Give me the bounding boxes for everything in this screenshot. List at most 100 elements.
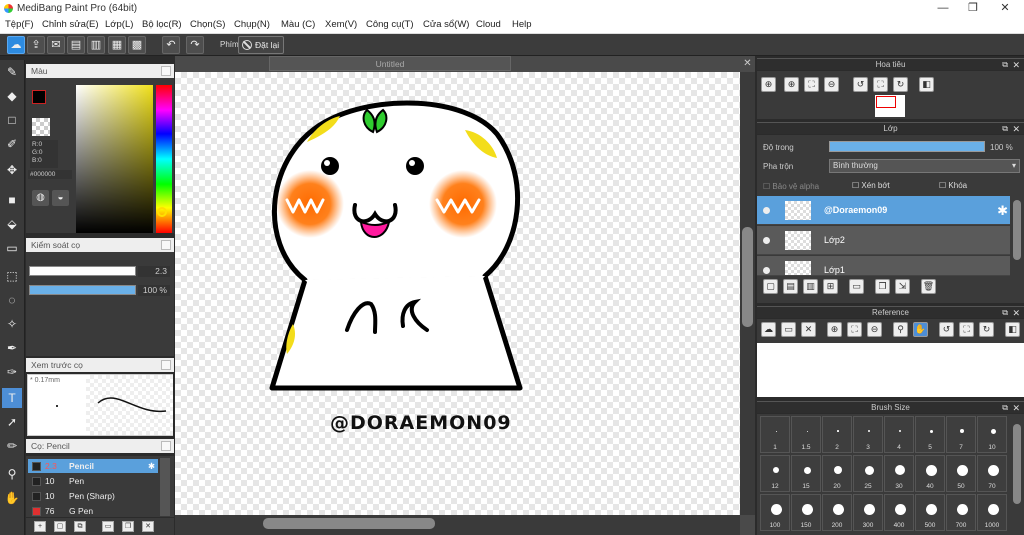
brush-size-cell[interactable]: 20 <box>822 455 852 492</box>
brush-size-slider[interactable] <box>29 266 136 276</box>
brush-size-cell[interactable]: 12 <box>760 455 790 492</box>
brush-item-pen[interactable]: 10 Pen <box>28 474 158 488</box>
undo-icon[interactable]: ↶ <box>162 36 180 54</box>
close-reference-icon[interactable]: ✕ <box>801 322 816 337</box>
foreground-color-swatch[interactable] <box>32 90 46 104</box>
brush-size-cell[interactable]: 1.5 <box>791 416 821 453</box>
hex-readout[interactable]: #000000 <box>28 170 72 179</box>
brush-list-scrollbar[interactable] <box>160 458 170 516</box>
brush-size-cell[interactable]: 15 <box>791 455 821 492</box>
document-icon[interactable]: ▥ <box>87 36 105 54</box>
eyedropper-tool-icon[interactable]: ⚲ <box>2 464 22 484</box>
brush-size-cell[interactable]: 400 <box>884 494 914 531</box>
layer-opacity-slider[interactable] <box>829 141 985 152</box>
eyedropper-icon[interactable]: ⚲ <box>893 322 908 337</box>
close-tab-icon[interactable]: ✕ <box>740 56 755 72</box>
rotate-right-icon[interactable]: ↻ <box>979 322 994 337</box>
panel-close-button[interactable] <box>161 66 171 76</box>
menu-view[interactable]: Xem(V) <box>325 19 357 30</box>
cloud-icon[interactable]: ☁ <box>7 36 25 54</box>
magic-wand-tool-icon[interactable]: ✧ <box>2 314 22 334</box>
brush-size-cell[interactable]: 500 <box>915 494 945 531</box>
new-halftone-layer-icon[interactable]: ▤ <box>783 279 798 294</box>
undock-icon[interactable]: ⧉ <box>1002 307 1008 319</box>
page-icon[interactable]: ▤ <box>67 36 85 54</box>
brush-size-scrollbar[interactable] <box>1011 416 1023 534</box>
add-brush-icon[interactable]: + <box>34 521 46 532</box>
move-tool-icon[interactable]: ✥ <box>2 160 22 180</box>
drawing-canvas[interactable] <box>175 72 740 515</box>
zoom-out-icon[interactable]: ⊖ <box>824 77 839 92</box>
select-pen-tool-icon[interactable]: ✒ <box>2 338 22 358</box>
lasso-tool-icon[interactable]: ◌ <box>2 290 22 310</box>
canvas-tab[interactable]: Untitled <box>269 56 511 71</box>
undock-icon[interactable]: ⧉ <box>1002 123 1008 135</box>
visibility-icon[interactable] <box>763 267 770 274</box>
brush-size-cell[interactable]: 10 <box>977 416 1007 453</box>
fit-screen-icon[interactable]: ⛶ <box>804 77 819 92</box>
open-folder-icon[interactable]: ▭ <box>781 322 796 337</box>
brush-size-cell[interactable]: 50 <box>946 455 976 492</box>
duplicate-layer-icon[interactable]: ❐ <box>875 279 890 294</box>
bucket-tool-icon[interactable]: ⬙ <box>2 214 22 234</box>
menu-filter[interactable]: Bộ lọc(R) <box>142 19 182 30</box>
menu-edit[interactable]: Chỉnh sửa(E) <box>42 19 99 30</box>
undock-icon[interactable]: ⧉ <box>1002 59 1008 71</box>
visibility-icon[interactable] <box>763 237 770 244</box>
brush-tool-icon[interactable]: ✎ <box>2 62 22 82</box>
layer-row-doraemon09[interactable]: @Doraemon09 ✱ <box>757 196 1010 225</box>
rectangle-tool-icon[interactable]: □ <box>2 110 22 130</box>
reset-view-icon[interactable]: ⛶ <box>959 322 974 337</box>
brush-item-pencil[interactable]: 2.3 Pencil ✱ <box>28 459 158 473</box>
brush-size-cell[interactable]: 1000 <box>977 494 1007 531</box>
zoom-fit-icon[interactable]: ⊕ <box>761 77 776 92</box>
grid-icon[interactable]: ▦ <box>108 36 126 54</box>
new-8bit-layer-icon[interactable]: ▥ <box>803 279 818 294</box>
reset-view-icon[interactable]: ⛶ <box>873 77 888 92</box>
menu-layer[interactable]: Lớp(L) <box>105 19 133 30</box>
gear-icon[interactable]: ✱ <box>997 203 1008 219</box>
brush-size-cell[interactable]: 2 <box>822 416 852 453</box>
navigator-thumbnail[interactable] <box>875 95 905 117</box>
brush-size-cell[interactable]: 1 <box>760 416 790 453</box>
close-icon[interactable]: ✕ <box>1012 123 1020 135</box>
panel-close-button[interactable] <box>161 240 171 250</box>
rotate-left-icon[interactable]: ↺ <box>939 322 954 337</box>
brush-item-pen-sharp[interactable]: 10 Pen (Sharp) <box>28 489 158 503</box>
brush-size-cell[interactable]: 150 <box>791 494 821 531</box>
menu-color[interactable]: Màu (C) <box>281 19 315 30</box>
grid-alt-icon[interactable]: ▩ <box>128 36 146 54</box>
brush-size-cell[interactable]: 700 <box>946 494 976 531</box>
restore-button[interactable]: ❐ <box>958 0 988 17</box>
layer-row-lop1[interactable]: Lớp1 <box>757 256 1010 276</box>
brush-opacity-slider[interactable] <box>29 285 136 295</box>
folder-icon[interactable]: ▭ <box>102 521 114 532</box>
select-tool-icon[interactable]: ⬚ <box>2 266 22 286</box>
close-icon[interactable]: ✕ <box>1012 402 1020 414</box>
blend-mode-select[interactable]: Bình thường ▾ <box>829 159 1020 173</box>
rotate-left-icon[interactable]: ↺ <box>853 77 868 92</box>
transparent-color-swatch[interactable] <box>32 118 50 136</box>
panel-close-button[interactable] <box>161 360 171 370</box>
hue-handle[interactable] <box>157 207 167 217</box>
canvas-horizontal-scrollbar[interactable] <box>175 515 740 535</box>
visibility-icon[interactable] <box>763 207 770 214</box>
undock-icon[interactable]: ⧉ <box>1002 402 1008 414</box>
select-eraser-tool-icon[interactable]: ✑ <box>2 362 22 382</box>
eraser-tool-icon[interactable]: ◆ <box>2 86 22 106</box>
brush-size-cell[interactable]: 300 <box>853 494 883 531</box>
share-icon[interactable]: ⇪ <box>27 36 45 54</box>
lock-checkbox[interactable]: ☐ Khóa <box>939 181 967 190</box>
duplicate-icon[interactable]: ❐ <box>122 521 134 532</box>
reference-view[interactable] <box>757 343 1024 397</box>
operation-tool-icon[interactable]: ➚ <box>2 412 22 432</box>
close-icon[interactable]: ✕ <box>1012 307 1020 319</box>
layer-row-lop2[interactable]: Lớp2 <box>757 226 1010 255</box>
brush-size-cell[interactable]: 4 <box>884 416 914 453</box>
folder-icon[interactable]: ▭ <box>849 279 864 294</box>
brush-size-cell[interactable]: 5 <box>915 416 945 453</box>
canvas-vertical-scrollbar[interactable] <box>740 72 755 515</box>
menu-tools[interactable]: Công cụ(T) <box>366 19 414 30</box>
brush-size-cell[interactable]: 40 <box>915 455 945 492</box>
flip-icon[interactable]: ◧ <box>919 77 934 92</box>
